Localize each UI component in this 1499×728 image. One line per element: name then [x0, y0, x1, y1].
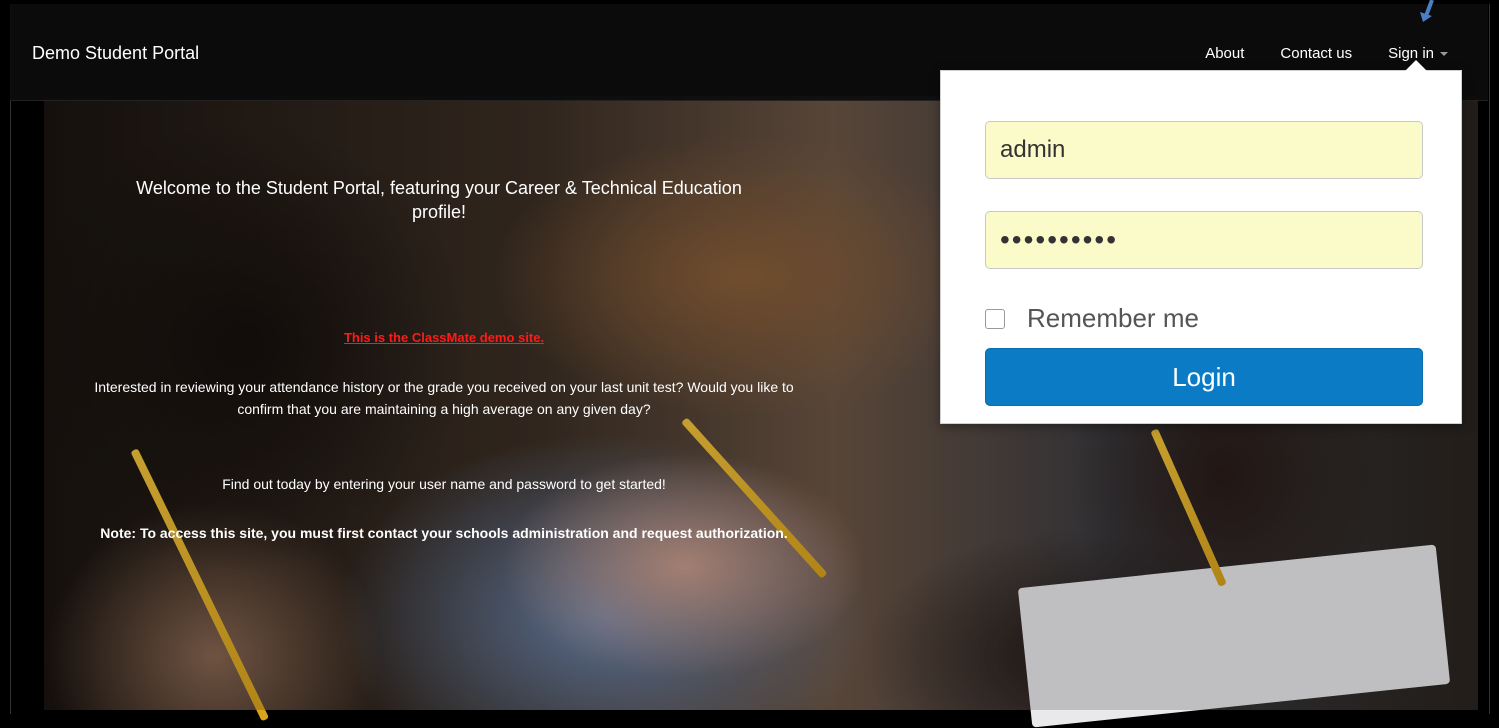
nav-about-link[interactable]: About: [1205, 45, 1244, 62]
findout-text: Find out today by entering your user nam…: [222, 476, 666, 492]
login-form: admin •••••••••• Remember me Login: [985, 121, 1423, 406]
caret-down-icon: [1440, 52, 1448, 57]
remember-me-checkbox[interactable]: [985, 308, 1005, 329]
welcome-heading: Welcome to the Student Portal, featuring…: [136, 178, 742, 222]
demo-site-link[interactable]: This is the ClassMate demo site.: [84, 330, 804, 345]
username-input[interactable]: admin: [985, 121, 1423, 179]
nav-contact-link[interactable]: Contact us: [1280, 45, 1352, 62]
remember-me-label: Remember me: [1027, 303, 1199, 333]
intro-text: Interested in reviewing your attendance …: [94, 379, 794, 417]
login-dropdown: admin •••••••••• Remember me Login: [940, 60, 1462, 424]
note-text: Note: To access this site, you must firs…: [100, 525, 788, 541]
password-input[interactable]: ••••••••••: [985, 211, 1423, 269]
arrow-down-icon: [1420, 0, 1434, 22]
brand-link[interactable]: Demo Student Portal: [32, 43, 199, 64]
login-button[interactable]: Login: [985, 348, 1423, 406]
remember-me-row[interactable]: Remember me: [985, 303, 1423, 334]
